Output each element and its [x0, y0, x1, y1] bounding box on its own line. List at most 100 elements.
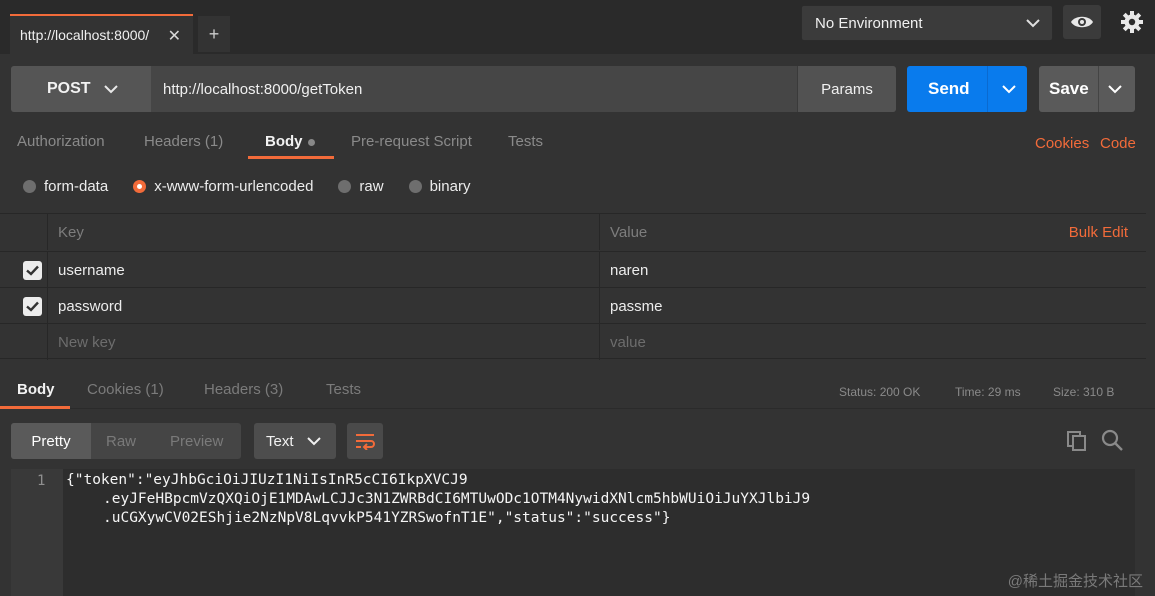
line-number-gutter: 1	[11, 469, 63, 596]
table-row: username naren	[0, 251, 1146, 288]
radio-label: form-data	[44, 177, 109, 195]
add-tab-button[interactable]: +	[198, 16, 230, 52]
check-cell	[0, 252, 48, 288]
format-label: Text	[266, 432, 294, 450]
search-icon[interactable]	[1100, 428, 1124, 452]
preview-button[interactable]: Preview	[170, 423, 223, 459]
radio-raw[interactable]: raw	[338, 177, 384, 195]
value-header-label: Value	[610, 223, 648, 241]
chevron-down-icon[interactable]	[1107, 81, 1123, 97]
radio-label: binary	[429, 177, 471, 195]
response-tabs: Body Cookies (1) Headers (3) Tests Statu…	[0, 372, 1155, 409]
radio-label: x-www-form-urlencoded	[154, 177, 314, 195]
tab-response-body[interactable]: Body	[17, 381, 55, 398]
key-cell[interactable]: password	[48, 288, 600, 324]
chevron-down-icon[interactable]	[1001, 81, 1017, 97]
method-select[interactable]: POST	[11, 66, 151, 112]
close-tab-icon[interactable]: ✕	[168, 26, 181, 46]
save-label: Save	[1049, 79, 1089, 98]
radio-icon	[23, 179, 36, 193]
params-button[interactable]: Params	[797, 66, 896, 112]
bulk-edit-link[interactable]: Bulk Edit	[1069, 224, 1128, 241]
active-tab-indicator	[0, 406, 70, 409]
tab-body-label: Body	[265, 133, 303, 150]
value-column-header: Value Bulk Edit	[600, 214, 1146, 250]
params-table: Key Value Bulk Edit username naren passwo…	[0, 213, 1146, 360]
line-number: 1	[37, 473, 46, 489]
send-button[interactable]: Send	[907, 66, 1027, 112]
size-text: Size: 310 B	[1053, 385, 1115, 399]
status-text: Status: 200 OK	[839, 385, 921, 399]
checkmark-icon	[26, 265, 39, 276]
chevron-down-icon	[307, 437, 321, 446]
send-label: Send	[928, 79, 970, 98]
checkmark-icon	[26, 301, 39, 312]
settings-button[interactable]	[1110, 2, 1154, 42]
plus-icon: +	[208, 23, 220, 44]
code-line-1: {"token":"eyJhbGciOiJIUzI1NiIsInR5cCI6Ik…	[66, 472, 468, 488]
chevron-down-icon	[104, 85, 118, 94]
header-check-cell	[0, 214, 48, 250]
tab-response-headers[interactable]: Headers (3)	[204, 381, 283, 398]
request-tab-label: http://localhost:8000/	[20, 27, 150, 43]
save-divider	[1098, 66, 1099, 112]
environment-select[interactable]: No Environment	[801, 5, 1053, 41]
cookies-link[interactable]: Cookies	[1035, 135, 1089, 152]
value-cell[interactable]: naren	[600, 252, 1146, 288]
chevron-down-icon	[1026, 19, 1040, 28]
table-row-new: New key value	[0, 323, 1146, 360]
check-cell	[0, 324, 48, 360]
row-checkbox[interactable]	[23, 261, 42, 280]
new-key-input[interactable]: New key	[48, 324, 600, 360]
send-divider	[987, 66, 988, 112]
table-row: password passme	[0, 287, 1146, 324]
environment-quick-look-button[interactable]	[1063, 5, 1101, 39]
method-label: POST	[47, 80, 91, 97]
response-code: {"token":"eyJhbGciOiJIUzI1NiIsInR5cCI6Ik…	[66, 471, 810, 528]
radio-binary[interactable]: binary	[408, 177, 471, 195]
tab-response-cookies[interactable]: Cookies (1)	[87, 381, 164, 398]
gear-icon	[1121, 11, 1143, 33]
eye-icon	[1071, 16, 1093, 28]
check-cell	[0, 288, 48, 324]
request-bar: POST http://localhost:8000/getToken Para…	[11, 66, 896, 112]
tab-tests[interactable]: Tests	[508, 133, 543, 150]
tab-body[interactable]: Body	[265, 133, 315, 150]
code-line-2: .eyJFeHBpcmVzQXQiOjE1MDAwLCJJc3N1ZWRBdCI…	[103, 491, 811, 507]
copy-icon[interactable]	[1066, 430, 1088, 452]
radio-icon	[408, 179, 422, 193]
raw-button[interactable]: Raw	[106, 423, 136, 459]
radio-label: raw	[359, 177, 384, 195]
save-button[interactable]: Save	[1039, 66, 1135, 112]
key-cell[interactable]: username	[48, 252, 600, 288]
watermark: @稀土掘金技术社区	[1007, 573, 1143, 590]
radio-icon	[338, 179, 352, 193]
wrap-lines-icon	[356, 434, 375, 450]
value-cell[interactable]: passme	[600, 288, 1146, 324]
tab-headers[interactable]: Headers (1)	[144, 133, 223, 150]
tab-authorization[interactable]: Authorization	[17, 133, 105, 150]
modified-dot-icon	[307, 138, 315, 146]
response-body-editor[interactable]: 1 {"token":"eyJhbGciOiJIUzI1NiIsInR5cCI6…	[11, 469, 1135, 596]
request-tabs: Authorization Headers (1) Body Pre-reque…	[0, 126, 1155, 159]
top-bar: http://localhost:8000/ ✕ + No Environmen…	[0, 0, 1155, 54]
row-checkbox[interactable]	[23, 297, 42, 316]
time-text: Time: 29 ms	[955, 385, 1021, 399]
key-column-header: Key	[48, 214, 600, 250]
wrap-lines-button[interactable]	[347, 423, 383, 459]
radio-selected-icon	[133, 179, 147, 193]
code-link[interactable]: Code	[1100, 135, 1136, 152]
format-select[interactable]: Text	[254, 423, 336, 459]
new-value-input[interactable]: value	[600, 324, 1146, 360]
pretty-button[interactable]: Pretty	[11, 423, 91, 459]
view-mode-segmented: Pretty Raw Preview	[11, 423, 241, 459]
tab-response-tests[interactable]: Tests	[326, 381, 361, 398]
environment-label: No Environment	[815, 14, 923, 32]
url-input[interactable]: http://localhost:8000/getToken	[163, 66, 362, 112]
radio-urlencoded[interactable]: x-www-form-urlencoded	[133, 178, 313, 195]
body-type-radios: form-data x-www-form-urlencoded raw bina…	[23, 176, 495, 196]
postman-window: http://localhost:8000/ ✕ + No Environmen…	[0, 0, 1155, 596]
radio-form-data[interactable]: form-data	[23, 178, 108, 195]
tab-pre-request-script[interactable]: Pre-request Script	[351, 133, 472, 150]
request-tab[interactable]: http://localhost:8000/ ✕	[10, 14, 193, 54]
